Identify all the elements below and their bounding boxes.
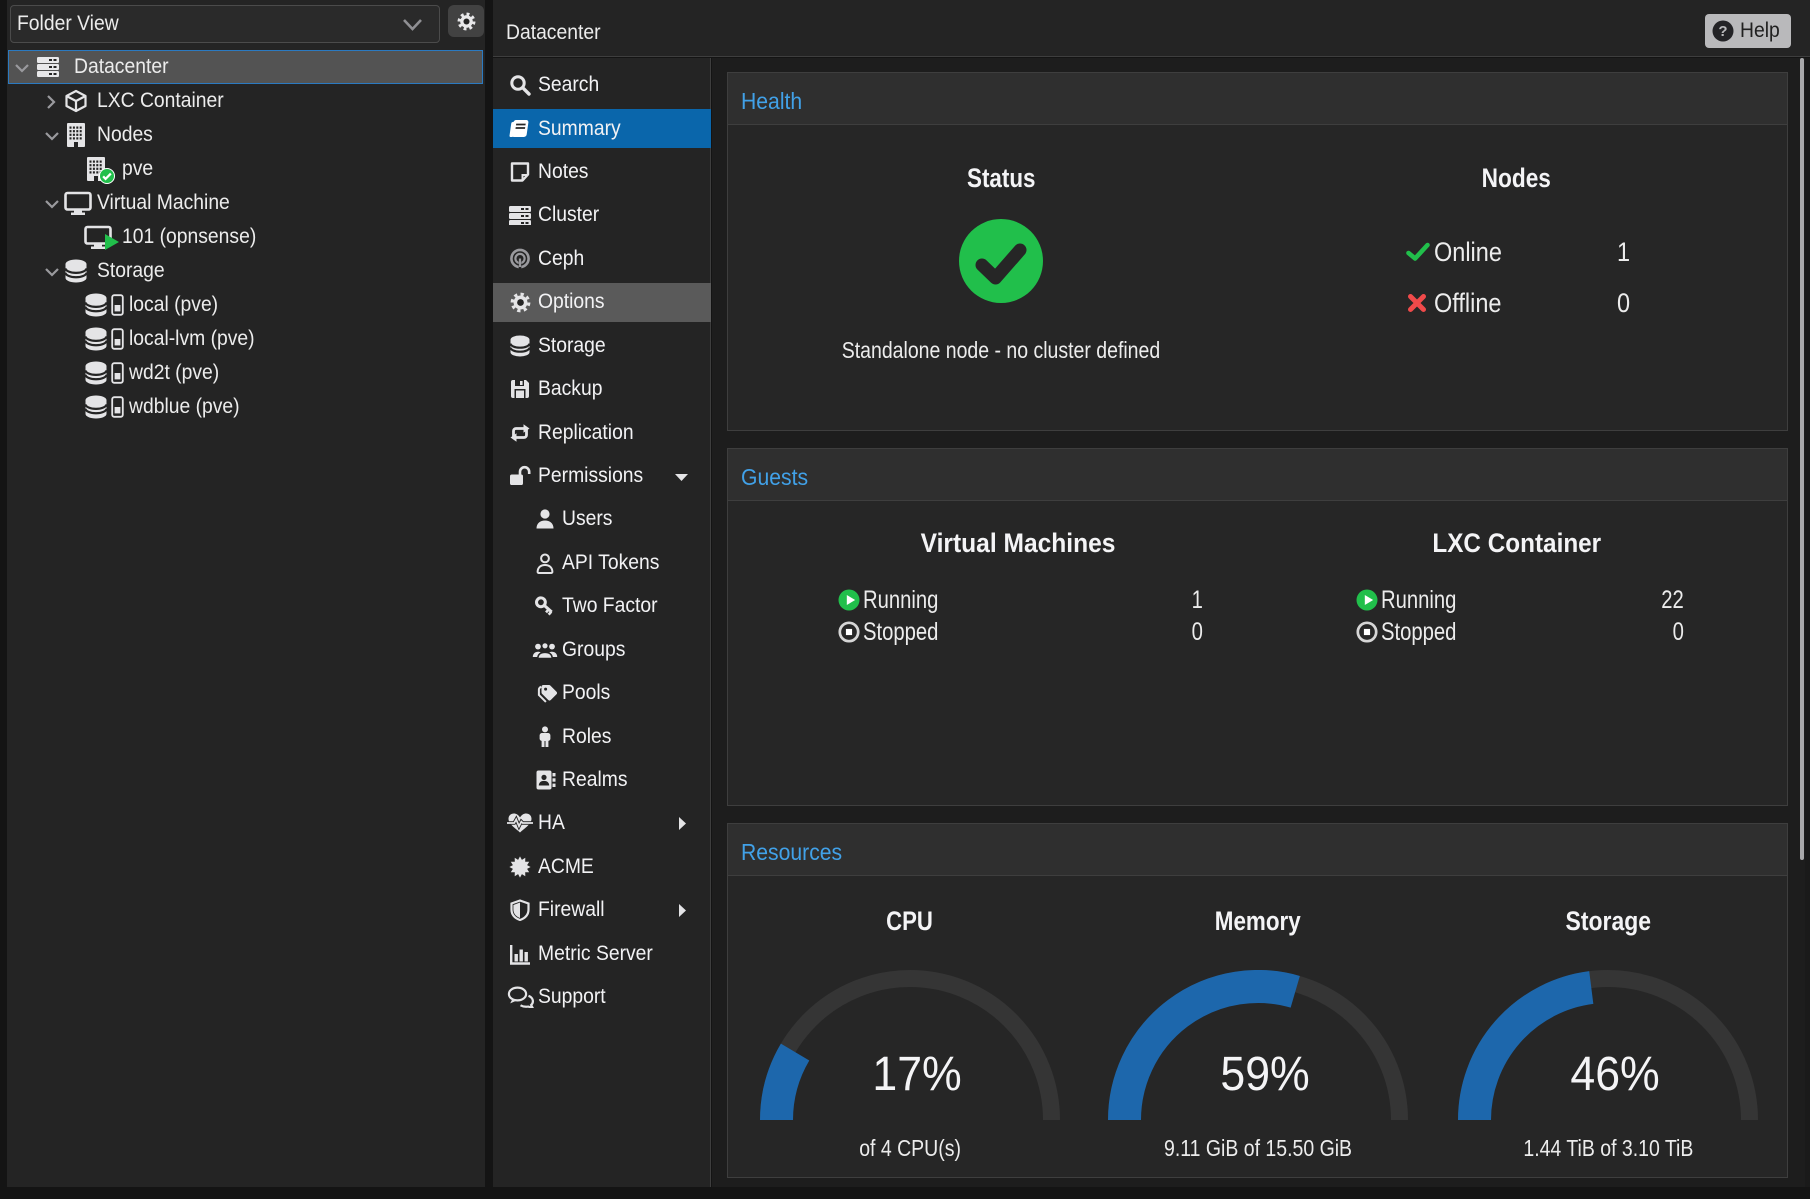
svg-text:?: ? xyxy=(1719,23,1728,40)
